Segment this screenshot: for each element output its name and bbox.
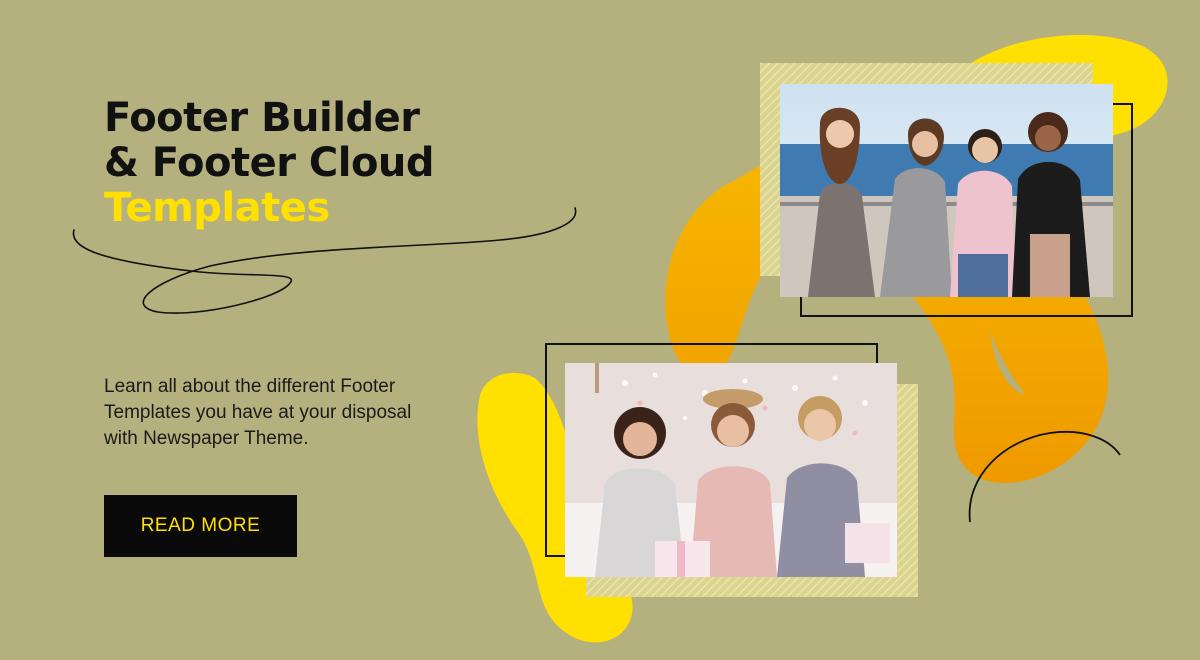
page-title: Footer Builder & Footer Cloud Templates bbox=[104, 95, 435, 231]
title-line-2: & Footer Cloud bbox=[104, 140, 435, 186]
hero-banner: Footer Builder & Footer Cloud Templates … bbox=[0, 0, 1200, 660]
photo-friends-party bbox=[565, 363, 897, 577]
title-line-1: Footer Builder bbox=[104, 95, 420, 141]
hero-description: Learn all about the different Footer Tem… bbox=[104, 376, 412, 449]
read-more-button[interactable]: READ MORE bbox=[104, 495, 297, 557]
photo-friends-seaside bbox=[780, 84, 1113, 297]
title-accent: Templates bbox=[104, 185, 330, 231]
